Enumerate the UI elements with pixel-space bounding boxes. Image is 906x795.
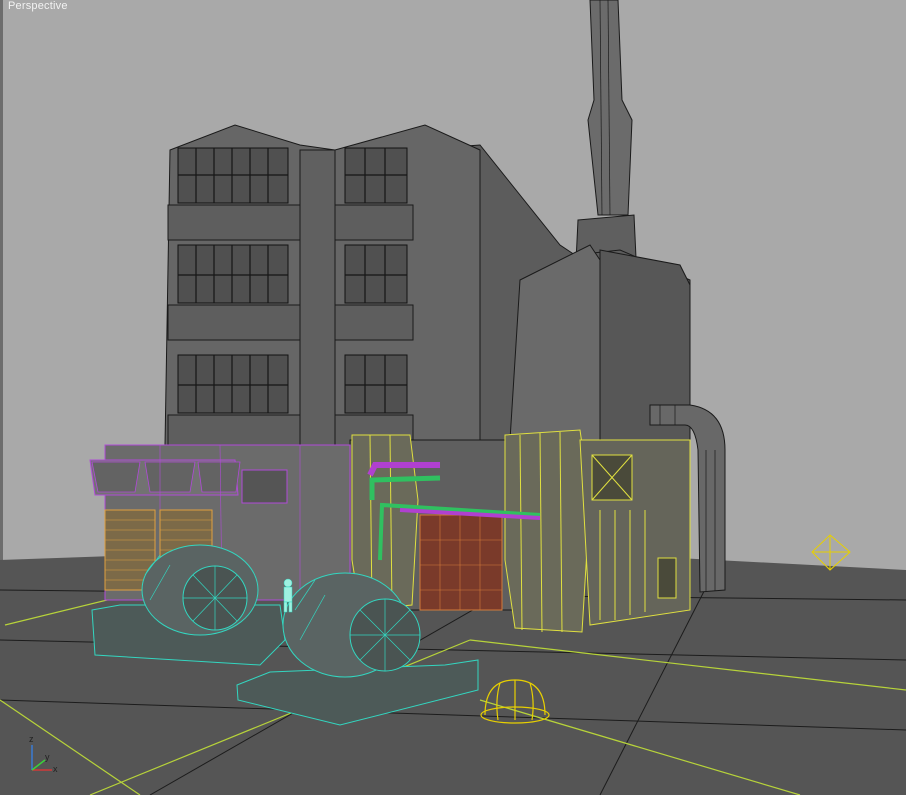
perspective-viewport[interactable]: Perspective x y z bbox=[0, 0, 906, 795]
axis-z-label: z bbox=[29, 734, 34, 744]
scene-canvas[interactable] bbox=[0, 0, 906, 795]
axis-y-label: y bbox=[45, 752, 50, 762]
smokestack[interactable] bbox=[575, 0, 637, 263]
viewport-label[interactable]: Perspective bbox=[8, 0, 68, 12]
axis-x-label: x bbox=[53, 764, 58, 774]
octahedron-helper[interactable] bbox=[811, 534, 851, 571]
yellow-wing[interactable] bbox=[351, 429, 691, 633]
